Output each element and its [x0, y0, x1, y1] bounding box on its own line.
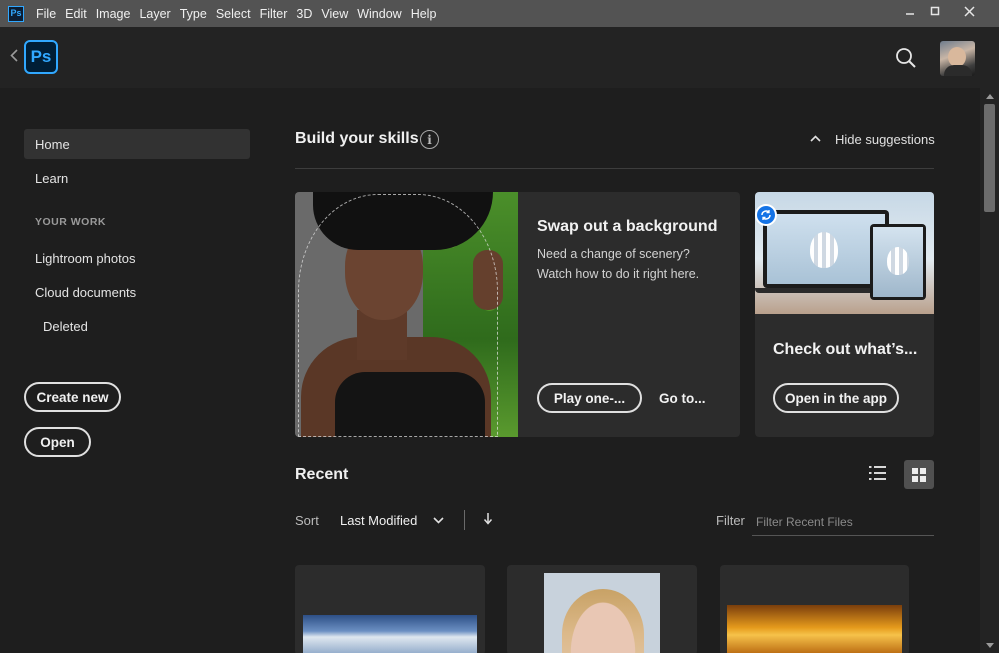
photoshop-app-icon: Ps	[8, 5, 24, 22]
menu-edit[interactable]: Edit	[65, 7, 87, 21]
create-new-button[interactable]: Create new	[24, 382, 121, 412]
sidebar-item-cloud-documents[interactable]: Cloud documents	[24, 277, 250, 307]
sync-icon	[755, 204, 777, 226]
sidebar-item-deleted[interactable]: Deleted	[24, 311, 250, 341]
search-icon[interactable]	[895, 47, 917, 69]
recent-file-thumbnail	[303, 615, 477, 653]
balloon-graphic	[810, 232, 838, 268]
chevron-up-icon	[810, 134, 821, 145]
tutorial-card-description: Need a change of scenery? Watch how to d…	[537, 247, 700, 281]
sort-label: Sort	[295, 513, 319, 528]
vertical-scrollbar[interactable]	[980, 88, 999, 653]
back-arrow-icon[interactable]	[10, 49, 18, 65]
filter-label: Filter	[716, 513, 745, 528]
menu-3d[interactable]: 3D	[296, 7, 312, 21]
sidebar: Home Learn YOUR WORK Lightroom photos Cl…	[0, 88, 270, 653]
sort-dropdown-value: Last Modified	[340, 512, 418, 528]
info-icon[interactable]: i	[420, 130, 439, 149]
whats-new-card[interactable]: Check out what’s... Open in the app	[755, 192, 934, 437]
sort-divider	[464, 510, 465, 530]
sidebar-section-your-work: YOUR WORK	[35, 216, 106, 228]
recent-title: Recent	[295, 466, 349, 483]
filter-recent-input[interactable]	[752, 509, 934, 536]
open-in-app-button[interactable]: Open in the app	[773, 383, 899, 413]
main-content: Build your skills i Hide suggestions Swa…	[270, 88, 980, 653]
hide-suggestions-label: Hide suggestions	[835, 132, 935, 147]
photoshop-logo[interactable]: Ps	[24, 40, 58, 74]
sort-dropdown[interactable]: Last Modified	[340, 511, 444, 529]
scrollbar-thumb[interactable]	[984, 104, 995, 212]
close-icon[interactable]	[952, 0, 986, 22]
balloon-graphic	[887, 247, 909, 275]
grid-view-button[interactable]	[904, 460, 934, 489]
sidebar-item-label: Cloud documents	[35, 284, 137, 300]
hide-suggestions-button[interactable]: Hide suggestions	[810, 132, 935, 147]
sidebar-item-learn[interactable]: Learn	[24, 163, 250, 193]
play-tutorial-button[interactable]: Play one-...	[537, 383, 642, 413]
recent-file-card[interactable]	[720, 565, 909, 653]
section-divider	[295, 168, 934, 169]
sidebar-item-label: Deleted	[43, 318, 88, 334]
menu-filter[interactable]: Filter	[260, 7, 288, 21]
sidebar-item-label: Home	[35, 136, 70, 152]
menu-image[interactable]: Image	[96, 7, 131, 21]
menu-type[interactable]: Type	[180, 7, 207, 21]
recent-file-card[interactable]	[507, 565, 697, 653]
sidebar-item-home[interactable]: Home	[24, 129, 250, 159]
avatar[interactable]	[940, 41, 975, 76]
sidebar-item-label: Lightroom photos	[35, 250, 136, 266]
tutorial-thumbnail	[295, 192, 518, 437]
scroll-down-arrow-icon[interactable]	[980, 637, 999, 653]
go-to-link[interactable]: Go to...	[659, 391, 706, 406]
menu-bar: Ps File Edit Image Layer Type Select Fil…	[0, 0, 999, 27]
build-skills-title: Build your skills	[295, 130, 419, 147]
recent-file-thumbnail	[727, 605, 902, 653]
menu-help[interactable]: Help	[411, 7, 437, 21]
open-button[interactable]: Open	[24, 427, 91, 457]
menu-layer[interactable]: Layer	[139, 7, 170, 21]
whats-new-title: Check out what’s...	[773, 341, 918, 358]
menu-view[interactable]: View	[321, 7, 348, 21]
whats-new-thumbnail	[755, 192, 934, 314]
recent-file-card[interactable]	[295, 565, 485, 653]
sidebar-item-lightroom-photos[interactable]: Lightroom photos	[24, 243, 250, 273]
list-view-icon[interactable]	[868, 463, 888, 483]
chevron-down-icon	[433, 511, 444, 529]
thumbnail-portrait	[562, 589, 644, 653]
grid-view-icon	[912, 467, 926, 482]
menu-select[interactable]: Select	[216, 7, 251, 21]
tutorial-card-title: Swap out a background	[537, 218, 718, 235]
menu-file[interactable]: File	[36, 7, 56, 21]
menu-window[interactable]: Window	[357, 7, 401, 21]
sort-direction-arrow-icon[interactable]	[483, 512, 493, 530]
recent-file-thumbnail	[544, 573, 660, 653]
selection-outline	[298, 194, 498, 437]
app-header: Ps	[0, 27, 999, 88]
maximize-icon[interactable]	[918, 0, 952, 22]
tutorial-card-swap-background[interactable]: Swap out a background Need a change of s…	[295, 192, 740, 437]
sidebar-item-label: Learn	[35, 170, 69, 186]
scroll-up-arrow-icon[interactable]	[980, 88, 999, 104]
